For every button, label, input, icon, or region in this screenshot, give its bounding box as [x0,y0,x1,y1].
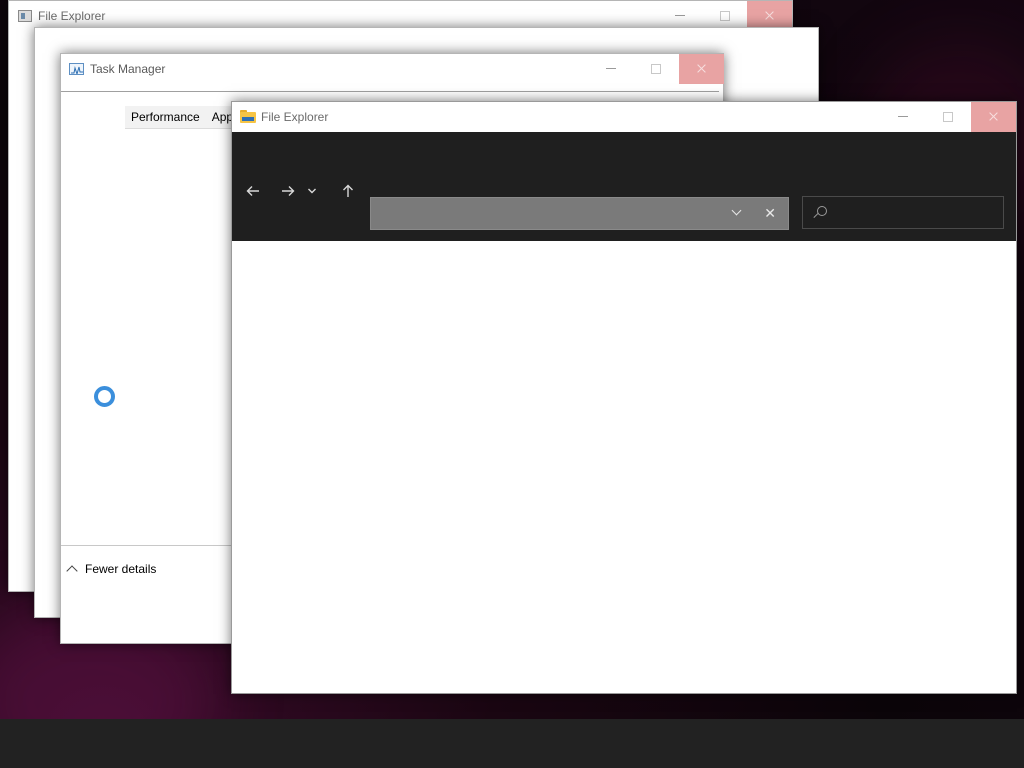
chevron-up-icon [66,565,78,577]
chevron-down-icon[interactable] [730,206,744,220]
window-title: File Explorer [38,9,106,23]
arrow-up-icon [343,184,353,197]
file-explorer-icon [18,10,32,22]
ribbon: ✕ [232,132,1016,241]
close-icon[interactable]: ✕ [764,205,776,221]
divider [61,91,719,92]
close-button[interactable] [679,54,724,84]
arrow-right-icon [282,186,295,196]
search-input[interactable] [802,196,1004,229]
task-manager-icon [69,63,84,75]
recent-locations-button[interactable] [304,183,320,205]
taskbar [0,719,1024,768]
minimize-button[interactable] [588,54,633,84]
close-button[interactable] [971,102,1016,132]
folder-icon [240,110,256,123]
maximize-button[interactable] [633,54,678,84]
window-title: File Explorer [261,110,329,124]
title-bar[interactable]: Task Manager [61,54,724,84]
search-icon [817,206,827,216]
tab-performance[interactable]: Performance [125,106,206,128]
up-button[interactable] [334,183,362,205]
window-title: Task Manager [90,62,166,76]
address-bar[interactable]: ✕ [370,197,789,230]
file-explorer-window[interactable]: File Explorer ✕ [231,101,1017,694]
loading-spinner-icon [94,386,115,407]
tab-bar: Performance App [125,106,240,129]
fewer-details-button[interactable]: Fewer details [65,562,157,577]
maximize-button[interactable] [925,102,970,132]
arrow-left-icon [246,186,259,196]
fewer-details-label: Fewer details [85,562,157,576]
content-area[interactable] [232,241,1016,693]
back-button[interactable] [239,183,267,205]
title-bar[interactable]: File Explorer [232,102,1016,132]
chevron-down-icon [308,188,316,194]
desktop: File Explorer Task Manager Performance A… [0,0,1024,768]
forward-button[interactable] [274,183,302,205]
minimize-button[interactable] [880,102,925,132]
